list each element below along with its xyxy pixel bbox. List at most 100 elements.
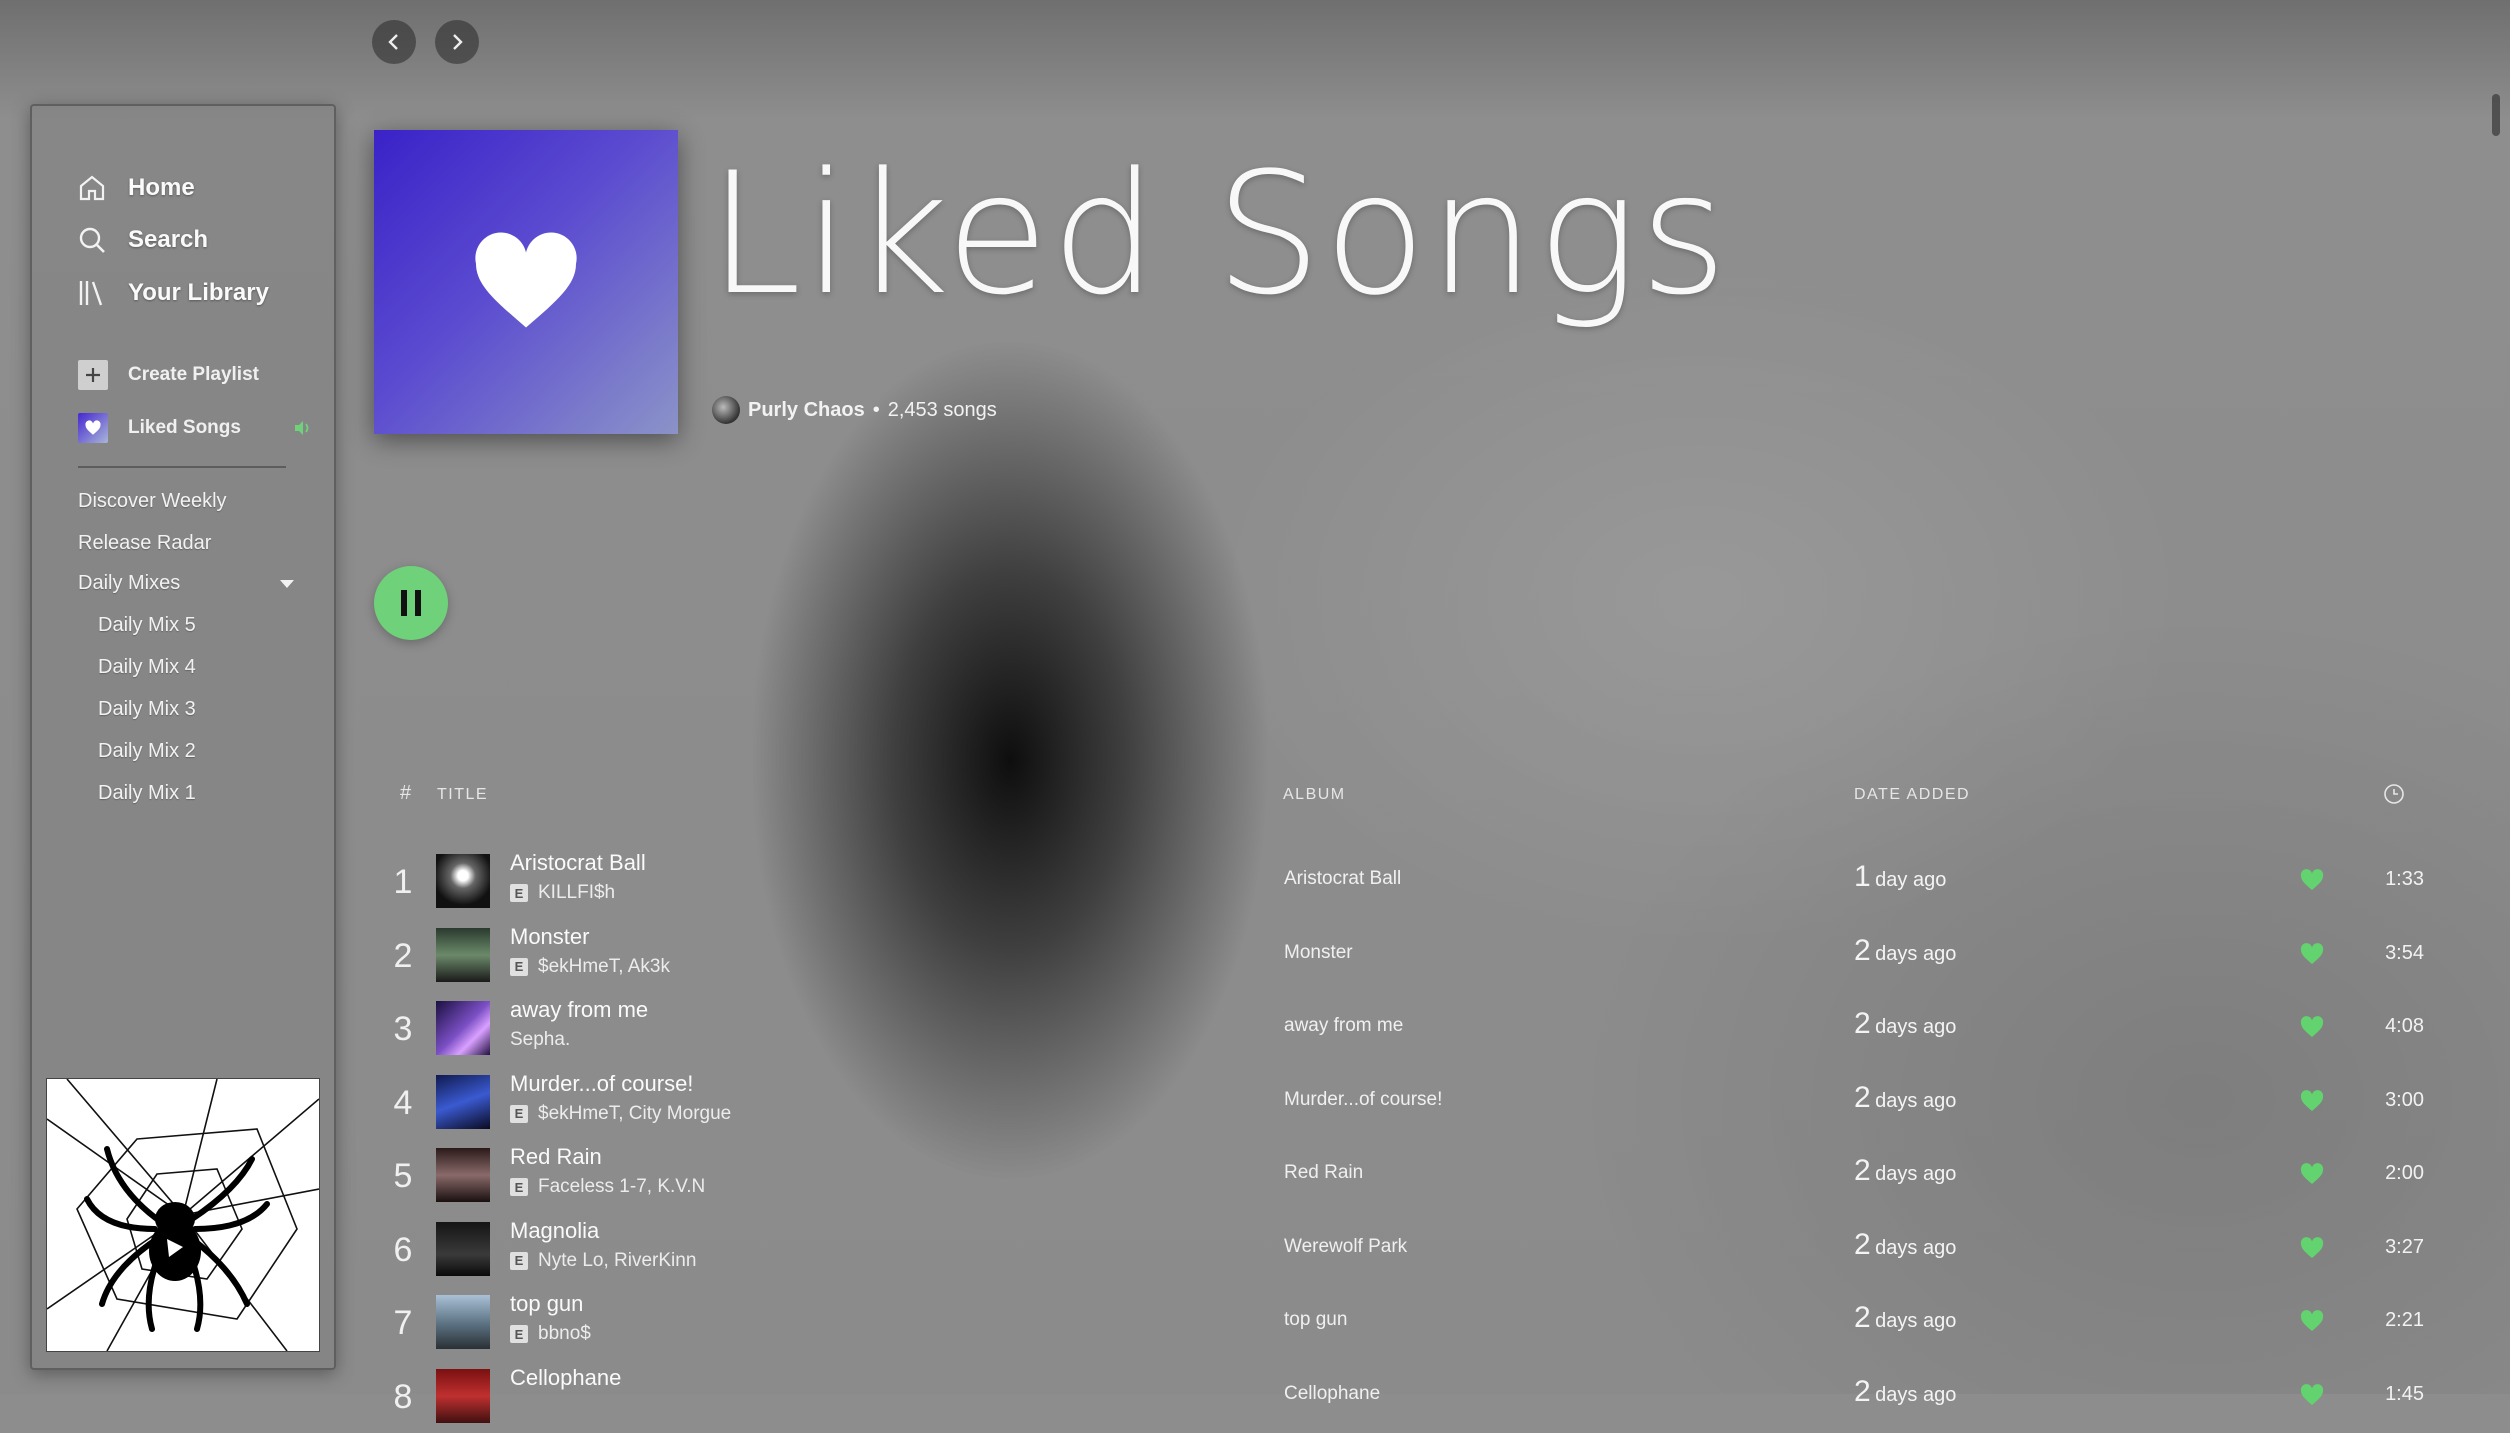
track-artist[interactable]: Sepha. [510,1029,570,1051]
track-title[interactable]: Red Rain [510,1144,602,1170]
track-index: 2 [393,936,413,975]
explicit-badge: E [510,957,528,976]
sidebar-playlist-daily-mix-4[interactable]: Daily Mix 4 [98,656,196,679]
chevron-right-icon [453,34,463,50]
date-number: 2 [1854,1301,1871,1334]
now-playing-cover-art[interactable] [46,1078,320,1352]
track-index: 1 [393,863,413,901]
sidebar-item-search[interactable]: Search [76,224,208,256]
liked-heart-icon[interactable] [2300,1015,2324,1039]
pause-button[interactable] [374,566,448,640]
track-title[interactable]: Cellophane [510,1365,621,1391]
sidebar-item-liked-songs[interactable]: Liked Songs [78,413,313,443]
track-row[interactable]: 4 Murder...of course! E $ekHmeT, City Mo… [380,1067,2424,1139]
liked-heart-icon[interactable] [2300,1236,2324,1260]
track-artist-line: E Nyte Lo, RiverKinn [510,1250,696,1272]
track-title[interactable]: Monster [510,924,589,950]
track-row[interactable]: 1 Aristocrat Ball E KILLFI$h Aristocrat … [380,846,2424,918]
track-artist-line: E KILLFI$h [510,882,615,904]
track-thumbnail [436,1001,490,1055]
track-duration: 3:27 [2385,1235,2424,1258]
date-number: 1 [1854,860,1871,893]
track-index: 6 [393,1230,413,1269]
track-album[interactable]: Monster [1284,942,1353,964]
column-header-album[interactable]: ALBUM [1283,786,1346,804]
track-artist[interactable]: bbno$ [538,1323,591,1345]
sidebar-playlist-daily-mix-2[interactable]: Daily Mix 2 [98,740,196,763]
date-number: 2 [1854,1080,1871,1114]
sidebar-playlist-daily-mix-5[interactable]: Daily Mix 5 [98,614,196,637]
track-title[interactable]: Aristocrat Ball [510,850,646,876]
column-header-date-added[interactable]: DATE ADDED [1854,786,1970,804]
sidebar-playlist-daily-mix-1[interactable]: Daily Mix 1 [98,782,196,805]
avatar[interactable] [712,396,740,424]
track-album[interactable]: Werewolf Park [1284,1236,1407,1258]
sidebar-item-library[interactable]: Your Library [76,277,269,309]
explicit-badge: E [510,1104,528,1123]
track-artist[interactable]: Faceless 1-7, K.V.N [538,1176,705,1198]
track-title[interactable]: Murder...of course! [510,1071,693,1097]
track-album[interactable]: Aristocrat Ball [1284,868,1401,890]
track-thumbnail [436,1368,490,1423]
track-row[interactable]: 5 Red Rain E Faceless 1-7, K.V.N Red Rai… [380,1140,2424,1212]
liked-heart-icon[interactable] [2300,1089,2324,1113]
library-icon [79,281,103,306]
date-unit: day ago [1875,869,1947,891]
back-button[interactable] [372,20,416,64]
track-title[interactable]: Magnolia [510,1218,599,1244]
track-album[interactable]: away from me [1284,1015,1403,1037]
liked-songs-cover [374,130,678,434]
owner-link[interactable]: Purly Chaos [748,399,865,422]
track-date-added: 2 days ago [1854,1007,1956,1041]
date-unit: days ago [1875,1089,1957,1112]
track-duration: 4:08 [2385,1015,2424,1037]
sidebar-playlist-daily-mix-3[interactable]: Daily Mix 3 [98,698,196,721]
song-count: 2,453 songs [887,398,997,421]
clock-icon [2384,784,2404,804]
track-title[interactable]: away from me [510,997,648,1023]
track-row[interactable]: 3 away from me Sepha. away from me 2 day… [380,993,2424,1065]
track-date-added: 1 day ago [1854,860,1946,894]
track-artist[interactable]: $ekHmeT, Ak3k [538,956,670,978]
sidebar-playlist-release-radar[interactable]: Release Radar [78,532,211,555]
explicit-badge: E [510,1178,528,1196]
track-album[interactable]: Murder...of course! [1284,1089,1442,1111]
chevron-left-icon [388,34,398,50]
track-title[interactable]: top gun [510,1291,583,1317]
track-row[interactable]: 7 top gun E bbno$ top gun 2 days ago 2:2… [380,1287,2424,1359]
track-row[interactable]: 6 Magnolia E Nyte Lo, RiverKinn Werewolf… [380,1214,2424,1286]
track-duration: 3:00 [2385,1088,2424,1111]
liked-heart-icon[interactable] [2300,942,2324,966]
track-artist[interactable]: Nyte Lo, RiverKinn [538,1250,696,1272]
date-unit: days ago [1875,1383,1957,1406]
scrollbar-track[interactable] [2488,64,2504,1384]
date-unit: days ago [1875,942,1957,965]
liked-heart-icon[interactable] [2300,1383,2324,1407]
sidebar-playlist-discover-weekly[interactable]: Discover Weekly [78,490,227,513]
column-header-title[interactable]: TITLE [437,786,488,804]
track-artist[interactable]: $ekHmeT, City Morgue [538,1103,731,1125]
sidebar-item-home[interactable]: Home [76,172,195,204]
liked-heart-icon[interactable] [2300,1162,2324,1186]
scrollbar-thumb[interactable] [2492,94,2500,136]
track-index: 4 [393,1083,413,1122]
sidebar-daily-mixes-folder[interactable]: Daily Mixes [78,572,296,595]
sidebar-playlist-label: Daily Mixes [78,572,181,594]
liked-heart-icon[interactable] [2300,868,2324,892]
track-row[interactable]: 2 Monster E $ekHmeT, Ak3k Monster 2 days… [380,920,2424,992]
column-header-duration[interactable] [2382,782,2406,811]
forward-button[interactable] [435,20,479,64]
spider-artwork [46,1078,320,1352]
home-icon [79,175,105,201]
track-album[interactable]: Red Rain [1284,1162,1363,1184]
date-unit: days ago [1875,1236,1957,1259]
track-row[interactable]: 8 Cellophane Cellophane 2 days ago 1:45 [380,1361,2424,1433]
track-artist[interactable]: KILLFI$h [538,882,615,904]
liked-heart-icon[interactable] [2300,1309,2324,1333]
date-unit: days ago [1875,1163,1957,1185]
date-unit: days ago [1875,1016,1957,1038]
sidebar-item-label: Your Library [128,279,269,306]
track-date-added: 2 days ago [1854,1228,1956,1262]
create-playlist-button[interactable]: Create Playlist [78,360,259,390]
track-album[interactable]: top gun [1284,1309,1347,1331]
